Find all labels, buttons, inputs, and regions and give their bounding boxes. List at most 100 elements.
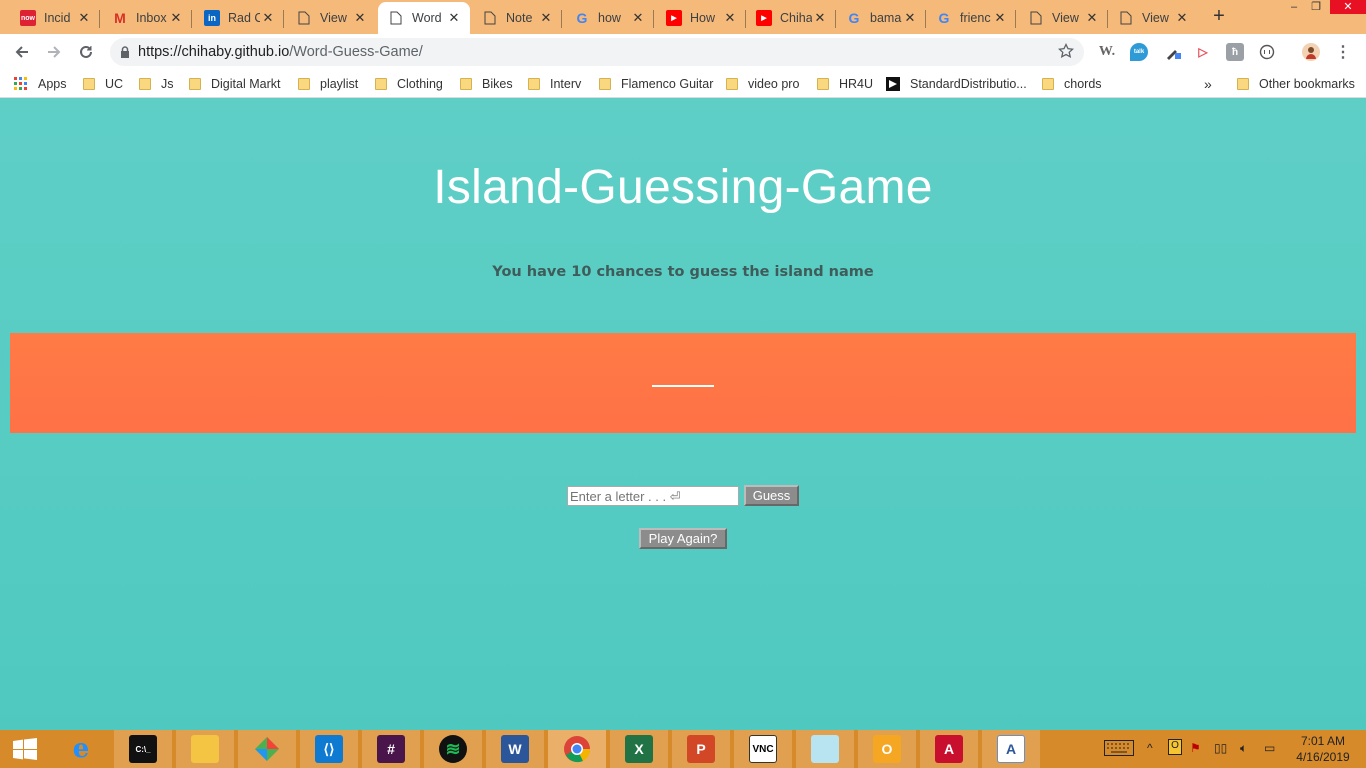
address-bar[interactable]: https://chihaby.github.io/Word-Guess-Gam… — [110, 38, 1084, 66]
taskbar-explorer[interactable] — [176, 730, 234, 768]
taskbar-ie[interactable]: e — [52, 730, 110, 768]
profile-avatar[interactable] — [1302, 43, 1320, 61]
bookmark-folder[interactable]: Flamenco Guitar — [599, 76, 713, 92]
close-tab-icon[interactable]: ✕ — [722, 10, 738, 26]
page-icon — [388, 10, 404, 26]
servicenow-icon: now — [20, 10, 36, 26]
tray-app-icon[interactable]: O — [1168, 739, 1182, 755]
internet-explorer-icon: e — [72, 734, 90, 764]
keyboard-icon[interactable] — [1104, 740, 1134, 759]
taskbar-cmd[interactable]: C:\_ — [114, 730, 172, 768]
system-clock[interactable]: 7:01 AM 4/16/2019 — [1290, 733, 1356, 765]
tab[interactable]: View ✕ — [1018, 2, 1108, 34]
taskbar-app[interactable] — [238, 730, 296, 768]
show-hidden-icons[interactable]: ^ — [1147, 741, 1153, 755]
tab[interactable]: ▶ How ✕ — [656, 2, 746, 34]
network-icon[interactable]: ▭ — [1264, 741, 1275, 755]
tab[interactable]: ▶ Chiha ✕ — [746, 2, 836, 34]
taskbar-word[interactable]: W — [486, 730, 544, 768]
tab[interactable]: M Inbox ✕ — [102, 2, 192, 34]
extension-pen-icon[interactable] — [1164, 43, 1182, 61]
close-window-button[interactable]: ✕ — [1330, 0, 1366, 14]
close-tab-icon[interactable]: ✕ — [1084, 10, 1100, 26]
linkedin-icon: in — [204, 10, 220, 26]
volume-icon[interactable]: 🔈︎ — [1240, 741, 1247, 756]
start-button[interactable] — [0, 730, 50, 768]
close-tab-icon[interactable]: ✕ — [992, 10, 1008, 26]
bookmark-folder[interactable]: UC — [83, 76, 123, 92]
close-tab-icon[interactable]: ✕ — [352, 10, 368, 26]
taskbar-notes[interactable] — [796, 730, 854, 768]
taskbar-spotify[interactable]: ≋ — [424, 730, 482, 768]
close-tab-icon[interactable]: ✕ — [168, 10, 184, 26]
tab[interactable]: G how ✕ — [564, 2, 654, 34]
new-tab-button[interactable]: + — [1208, 6, 1230, 28]
tab[interactable]: now Incid ✕ — [10, 2, 100, 34]
close-tab-icon[interactable]: ✕ — [902, 10, 918, 26]
close-tab-icon[interactable]: ✕ — [538, 10, 554, 26]
tray-alert-icon[interactable]: ⚑ — [1190, 741, 1201, 755]
bookmark-folder[interactable]: video pro — [726, 76, 799, 92]
close-tab-icon[interactable]: ✕ — [812, 10, 828, 26]
google-icon: G — [848, 10, 860, 26]
bookmark-folder[interactable]: HR4U — [817, 76, 873, 92]
taskbar-acrobat[interactable]: A — [920, 730, 978, 768]
taskbar-wordpad[interactable]: A — [982, 730, 1040, 768]
bookmark-folder[interactable]: Clothing — [375, 76, 443, 92]
tab[interactable]: View ✕ — [286, 2, 376, 34]
bookmark-folder[interactable]: chords — [1042, 76, 1102, 92]
taskbar-powerpoint[interactable]: P — [672, 730, 730, 768]
close-tab-icon[interactable]: ✕ — [446, 10, 462, 26]
bookmark-folder[interactable]: Interv — [528, 76, 581, 92]
taskbar-outlook[interactable]: O — [858, 730, 916, 768]
tab-active[interactable]: Word ✕ — [378, 2, 470, 34]
back-button[interactable] — [10, 40, 34, 64]
restore-button[interactable]: ❐ — [1304, 0, 1328, 14]
menu-kebab-icon[interactable]: ⋮ — [1334, 43, 1352, 61]
taskbar-vscode[interactable]: ⟨⟩ — [300, 730, 358, 768]
bookmarks-overflow-button[interactable]: » — [1204, 76, 1212, 92]
vnc-icon: VNC — [749, 735, 777, 763]
bookmark-folder[interactable]: Digital Markt — [189, 76, 280, 92]
folder-icon — [139, 78, 151, 90]
guess-button[interactable]: Guess — [744, 485, 799, 506]
page-title: Island-Guessing-Game — [433, 161, 933, 214]
taskbar-chrome[interactable] — [548, 730, 606, 768]
folder-icon — [1042, 78, 1054, 90]
forward-button[interactable] — [42, 40, 66, 64]
taskbar-slack[interactable]: # — [362, 730, 420, 768]
extension-play-icon[interactable]: ▷ — [1194, 43, 1212, 61]
tab[interactable]: View ✕ — [1108, 2, 1198, 34]
bookmarks-bar: Apps UC Js Digital Markt playlist Clothi… — [0, 70, 1366, 98]
play-again-button[interactable]: Play Again? — [639, 528, 727, 549]
close-tab-icon[interactable]: ✕ — [76, 10, 92, 26]
tab[interactable]: Note ✕ — [472, 2, 562, 34]
tab[interactable]: G bama ✕ — [836, 2, 926, 34]
bookmark-folder[interactable]: playlist — [298, 76, 358, 92]
google-icon: G — [576, 10, 588, 26]
bookmark-folder[interactable]: Bikes — [460, 76, 513, 92]
minimize-button[interactable]: – — [1282, 0, 1306, 14]
bookmark-standard[interactable]: StandardDistributio... — [886, 76, 1027, 92]
extension-chat-icon[interactable]: talk — [1130, 43, 1148, 61]
extension-w-icon[interactable]: W. — [1098, 43, 1116, 61]
tab[interactable]: in Rad C ✕ — [194, 2, 284, 34]
extension-circle-icon[interactable] — [1258, 43, 1276, 61]
bookmark-folder[interactable]: Js — [139, 76, 174, 92]
taskbar-excel[interactable]: X — [610, 730, 668, 768]
close-tab-icon[interactable]: ✕ — [260, 10, 276, 26]
page-icon — [1028, 10, 1044, 26]
reload-button[interactable] — [74, 40, 98, 64]
other-bookmarks[interactable]: Other bookmarks — [1237, 76, 1355, 92]
tab[interactable]: G frienc ✕ — [926, 2, 1016, 34]
close-tab-icon[interactable]: ✕ — [1174, 10, 1190, 26]
bookmark-star-icon[interactable] — [1058, 43, 1074, 59]
tray-device-icon[interactable]: ▯▯ — [1214, 741, 1227, 755]
extension-gray-icon[interactable]: ħ — [1226, 43, 1244, 61]
page-icon — [482, 10, 498, 26]
bookmark-apps[interactable]: Apps — [14, 76, 67, 92]
taskbar-vnc[interactable]: VNC — [734, 730, 792, 768]
folder-icon — [83, 78, 95, 90]
close-tab-icon[interactable]: ✕ — [630, 10, 646, 26]
letter-input[interactable] — [567, 486, 739, 506]
